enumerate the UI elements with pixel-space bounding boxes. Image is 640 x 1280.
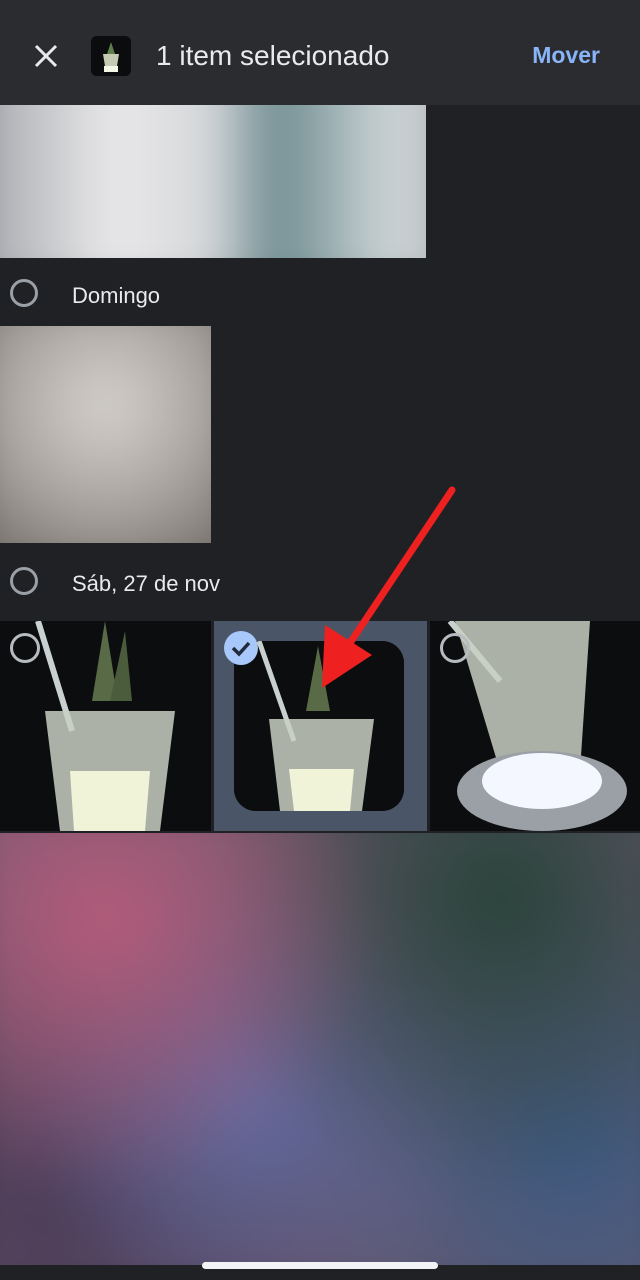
close-icon	[34, 44, 58, 68]
gesture-navigation-bar[interactable]	[202, 1262, 438, 1269]
day-label: Sáb, 27 de nov	[72, 571, 221, 596]
selected-check-icon[interactable]	[224, 631, 258, 665]
day-label: Domingo	[72, 283, 161, 308]
select-day-radio[interactable]	[10, 279, 38, 307]
selected-photo-thumbnail	[91, 36, 131, 76]
close-button[interactable]	[28, 38, 64, 74]
day-header-domingo: Domingo	[0, 264, 640, 324]
selection-toolbar: 1 item selecionado Mover	[0, 0, 640, 105]
drink-photo-left[interactable]	[0, 621, 211, 831]
blurred-photo-3[interactable]	[0, 833, 640, 1265]
select-photo-radio[interactable]	[10, 633, 40, 663]
blurred-photo-1[interactable]	[0, 91, 426, 258]
day-header-sab-27-nov: Sáb, 27 de nov	[0, 552, 640, 612]
select-day-radio[interactable]	[10, 567, 38, 595]
selection-count-title: 1 item selecionado	[156, 40, 390, 71]
selected-photo-image	[234, 641, 404, 811]
drink-photo-right[interactable]	[430, 621, 640, 831]
drink-photo-selected[interactable]	[214, 621, 427, 831]
select-photo-radio[interactable]	[440, 633, 470, 663]
move-button[interactable]: Mover	[532, 42, 600, 69]
blurred-photo-2[interactable]	[0, 326, 211, 543]
